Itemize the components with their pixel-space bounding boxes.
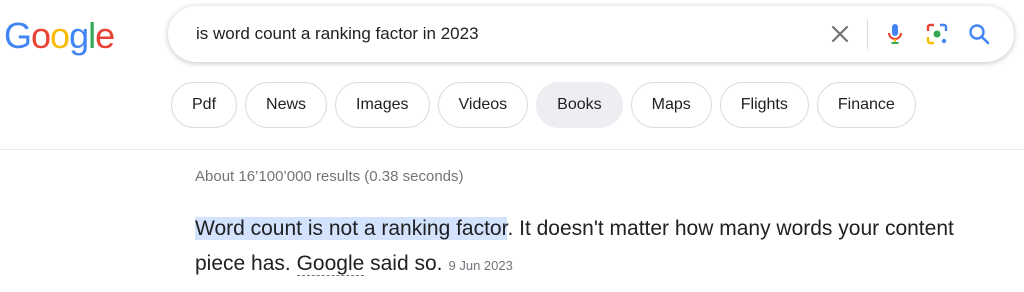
filter-chips: Pdf News Images Videos Books Maps Flight…: [171, 82, 916, 128]
logo-letter-g: G: [4, 15, 32, 56]
chip-images[interactable]: Images: [335, 82, 430, 128]
chip-pdf[interactable]: Pdf: [171, 82, 238, 128]
search-input[interactable]: is word count a ranking factor in 2023: [196, 23, 479, 45]
chip-maps[interactable]: Maps: [630, 82, 712, 128]
logo-letter-o1: o: [31, 15, 51, 56]
chip-flights[interactable]: Flights: [719, 82, 809, 128]
logo-letter-o2: o: [50, 15, 70, 56]
chip-finance[interactable]: Finance: [816, 82, 916, 128]
snippet-highlight: Word count is not a ranking factor: [195, 217, 508, 240]
search-box[interactable]: is word count a ranking factor in 2023: [168, 6, 1014, 62]
featured-snippet: Word count is not a ranking factor. It d…: [195, 211, 995, 283]
snippet-date: 9 Jun 2023: [448, 258, 513, 273]
search-actions: [823, 6, 996, 62]
logo-letter-g2: g: [69, 15, 89, 56]
result-stats: About 16’100’000 results (0.38 seconds): [195, 168, 464, 185]
lens-icon[interactable]: [920, 17, 954, 51]
close-icon[interactable]: [823, 17, 857, 51]
chip-videos[interactable]: Videos: [437, 82, 529, 128]
header-divider: [0, 149, 1024, 150]
mic-icon[interactable]: [878, 17, 912, 51]
logo-letter-e: e: [95, 15, 115, 56]
logo-letter-l: l: [88, 15, 96, 56]
chip-news[interactable]: News: [245, 82, 328, 128]
search-divider: [867, 19, 868, 49]
snippet-link-google[interactable]: Google: [296, 252, 365, 276]
google-logo[interactable]: Google: [4, 15, 115, 56]
search-icon[interactable]: [962, 17, 996, 51]
chip-books[interactable]: Books: [536, 82, 623, 128]
snippet-text-end: said so.: [364, 252, 443, 275]
